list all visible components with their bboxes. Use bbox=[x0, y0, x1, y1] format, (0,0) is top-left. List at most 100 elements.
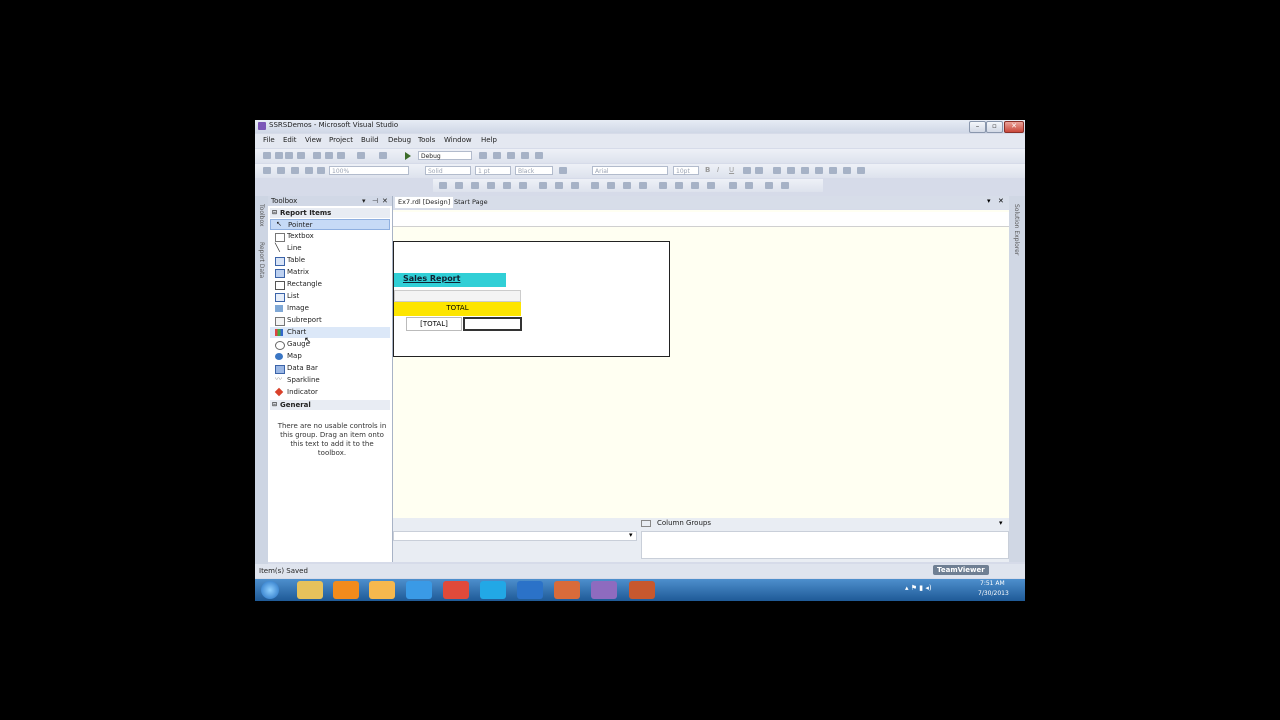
report-data-dock-tab[interactable]: Report Data bbox=[258, 242, 265, 278]
text-align-right-icon[interactable] bbox=[801, 167, 809, 174]
border-width-combo[interactable]: 1 pt bbox=[475, 166, 511, 175]
toolbox-item-line[interactable]: ╲ Line bbox=[270, 243, 390, 254]
cut-icon[interactable] bbox=[313, 152, 321, 159]
font-name-combo[interactable]: Arial bbox=[592, 166, 668, 175]
text-align-left-icon[interactable] bbox=[773, 167, 781, 174]
align-right-icon[interactable] bbox=[291, 167, 299, 174]
toolbox-item-table[interactable]: Table bbox=[270, 255, 390, 266]
toolbox-item-sparkline[interactable]: 〰 Sparkline bbox=[270, 375, 390, 386]
menu-tools[interactable]: Tools bbox=[418, 136, 435, 144]
dropdown-icon[interactable]: ▾ bbox=[362, 196, 366, 206]
align-middles-icon[interactable] bbox=[503, 182, 511, 189]
toolbox-item-pointer[interactable]: ↖ Pointer bbox=[270, 219, 390, 230]
toolbox-item-image[interactable]: Image bbox=[270, 303, 390, 314]
new-project-icon[interactable] bbox=[263, 152, 271, 159]
solution-explorer-icon[interactable] bbox=[493, 152, 501, 159]
tab-dropdown-icon[interactable]: ▾ bbox=[987, 197, 991, 205]
undo-icon[interactable] bbox=[357, 152, 365, 159]
report-title-textbox[interactable]: Sales Report bbox=[394, 273, 506, 287]
pin-icon[interactable]: ⊣ bbox=[372, 196, 378, 206]
align-center-icon[interactable] bbox=[277, 167, 285, 174]
toolbox-dock-tab[interactable]: Toolbox bbox=[258, 204, 265, 227]
border-color-combo[interactable]: Black bbox=[515, 166, 553, 175]
start-button[interactable] bbox=[261, 581, 279, 599]
group-general[interactable]: ⊟ General bbox=[270, 400, 390, 410]
toolbox-item-map[interactable]: Map bbox=[270, 351, 390, 362]
more-options-icon[interactable] bbox=[535, 152, 543, 159]
remove-horizontal-spacing-icon[interactable] bbox=[639, 182, 647, 189]
align-lefts-icon[interactable] bbox=[439, 182, 447, 189]
close-tab-icon[interactable]: ✕ bbox=[998, 197, 1004, 205]
start-debugging-icon[interactable] bbox=[405, 152, 411, 160]
row-groups-dropdown-icon[interactable]: ▾ bbox=[629, 531, 633, 539]
horizontal-spacing-icon[interactable] bbox=[591, 182, 599, 189]
indent-icon[interactable] bbox=[305, 167, 313, 174]
menu-file[interactable]: File bbox=[263, 136, 275, 144]
paste-icon[interactable] bbox=[337, 152, 345, 159]
table-header-row[interactable]: TOTAL bbox=[394, 302, 521, 316]
increase-indent-icon[interactable] bbox=[857, 167, 865, 174]
redo-icon[interactable] bbox=[379, 152, 387, 159]
solution-configuration-combo[interactable]: Debug bbox=[418, 151, 472, 160]
close-panel-icon[interactable]: ✕ bbox=[382, 196, 388, 206]
clock-date[interactable]: 7/30/2013 bbox=[978, 590, 1009, 597]
bring-to-front-icon[interactable] bbox=[765, 182, 773, 189]
close-button[interactable]: ✕ bbox=[1004, 121, 1024, 133]
align-rights-icon[interactable] bbox=[471, 182, 479, 189]
menu-edit[interactable]: Edit bbox=[283, 136, 297, 144]
bold-icon[interactable]: B bbox=[705, 166, 710, 174]
media-player-icon[interactable] bbox=[333, 581, 359, 599]
decrease-indent-icon[interactable] bbox=[843, 167, 851, 174]
toolbox-item-matrix[interactable]: Matrix bbox=[270, 267, 390, 278]
borders-icon[interactable] bbox=[559, 167, 567, 174]
tray-icons[interactable]: ▴ ⚑ ▮ ◂) bbox=[905, 584, 932, 592]
align-left-icon[interactable] bbox=[263, 167, 271, 174]
decrease-horizontal-spacing-icon[interactable] bbox=[623, 182, 631, 189]
toolbox-icon[interactable] bbox=[521, 152, 529, 159]
toolbox-item-list[interactable]: List bbox=[270, 291, 390, 302]
menu-build[interactable]: Build bbox=[361, 136, 379, 144]
center-horizontally-icon[interactable] bbox=[729, 182, 737, 189]
lync-icon[interactable] bbox=[517, 581, 543, 599]
toolbox-item-subreport[interactable]: Subreport bbox=[270, 315, 390, 326]
make-same-width-icon[interactable] bbox=[539, 182, 547, 189]
italic-icon[interactable]: I bbox=[717, 166, 719, 174]
align-centers-icon[interactable] bbox=[455, 182, 463, 189]
bullets-icon[interactable] bbox=[815, 167, 823, 174]
group-report-items[interactable]: ⊟ Report Items bbox=[270, 208, 390, 218]
skype-icon[interactable] bbox=[480, 581, 506, 599]
explorer-icon[interactable] bbox=[297, 581, 323, 599]
save-all-icon[interactable] bbox=[297, 152, 305, 159]
menu-help[interactable]: Help bbox=[481, 136, 497, 144]
background-color-icon[interactable] bbox=[755, 167, 763, 174]
zoom-combo[interactable]: 100% bbox=[329, 166, 409, 175]
visual-studio-taskbar-icon[interactable] bbox=[591, 581, 617, 599]
tab-start-page[interactable]: Start Page bbox=[451, 197, 491, 208]
send-to-back-icon[interactable] bbox=[781, 182, 789, 189]
properties-icon[interactable] bbox=[507, 152, 515, 159]
underline-icon[interactable]: U bbox=[729, 166, 734, 174]
internet-explorer-icon[interactable] bbox=[406, 581, 432, 599]
clock-time[interactable]: 7:51 AM bbox=[980, 580, 1005, 587]
toolbox-item-gauge[interactable]: Gauge bbox=[270, 339, 390, 350]
collapse-icon[interactable]: ⊟ bbox=[272, 400, 277, 410]
menu-debug[interactable]: Debug bbox=[388, 136, 411, 144]
decrease-vertical-spacing-icon[interactable] bbox=[691, 182, 699, 189]
font-size-combo[interactable]: 10pt bbox=[673, 166, 699, 175]
text-align-center-icon[interactable] bbox=[787, 167, 795, 174]
remove-vertical-spacing-icon[interactable] bbox=[707, 182, 715, 189]
vertical-spacing-icon[interactable] bbox=[659, 182, 667, 189]
selected-empty-cell[interactable] bbox=[463, 317, 522, 331]
outlook-icon[interactable] bbox=[554, 581, 580, 599]
toolbox-item-rectangle[interactable]: Rectangle bbox=[270, 279, 390, 290]
column-groups-dropdown-icon[interactable]: ▾ bbox=[999, 519, 1003, 527]
toolbox-item-textbox[interactable]: Textbox bbox=[270, 231, 390, 242]
numbering-icon[interactable] bbox=[829, 167, 837, 174]
row-groups-list[interactable] bbox=[393, 531, 637, 541]
find-icon[interactable] bbox=[479, 152, 487, 159]
menu-project[interactable]: Project bbox=[329, 136, 353, 144]
report-body[interactable]: Sales Report TOTAL [TOTAL] bbox=[393, 241, 670, 357]
save-icon[interactable] bbox=[285, 152, 293, 159]
make-same-size-icon[interactable] bbox=[571, 182, 579, 189]
table-column-handle[interactable] bbox=[394, 290, 521, 302]
